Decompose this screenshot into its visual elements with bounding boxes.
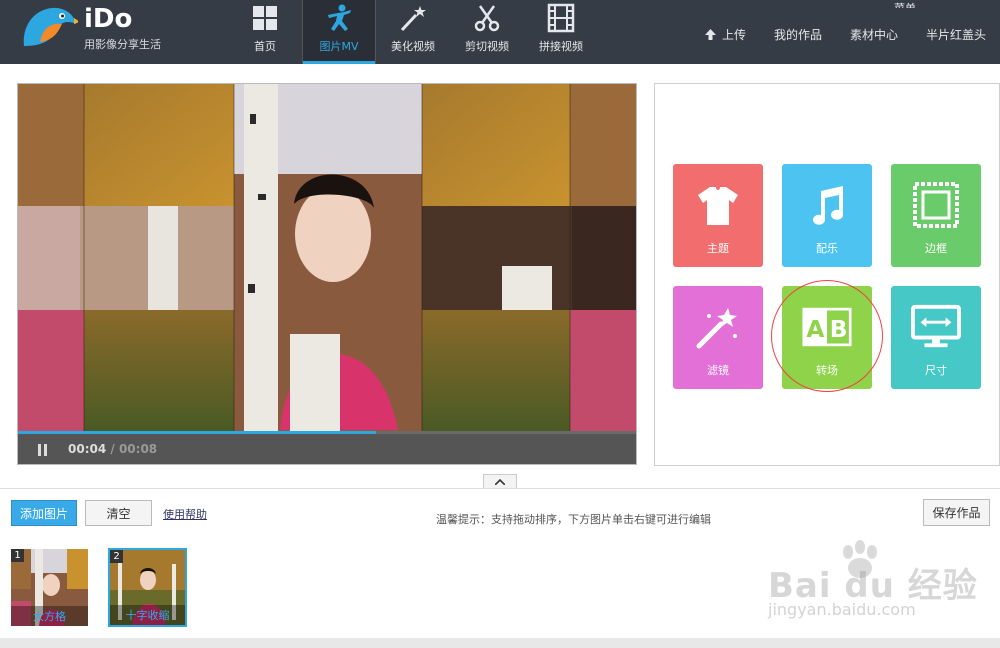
magic-wand-icon (693, 302, 743, 352)
logo-title: iDo (84, 4, 133, 34)
photo-thumbnail[interactable]: 1 大方格 (11, 549, 88, 626)
app-logo[interactable]: iDo 用影像分享生活 (18, 2, 188, 58)
tile-filter-label: 滤镜 (707, 364, 729, 377)
tile-transition-label: 转场 (816, 364, 838, 377)
thumbnail-caption: 大方格 (11, 606, 88, 626)
nav-join-video-label: 拼接视频 (539, 40, 583, 53)
photo-thumbnail-selected[interactable]: 2 十字收缩 (108, 548, 187, 627)
tile-border[interactable]: 边框 (891, 164, 981, 267)
add-photos-button[interactable]: 添加图片 (11, 500, 77, 526)
scissors-icon (472, 3, 502, 33)
grid-icon (250, 3, 280, 33)
tshirt-icon (693, 180, 743, 230)
pause-icon (38, 444, 41, 456)
tip-text: 温馨提示：支持拖动排序，下方图片单击右键可进行编辑 (436, 513, 711, 526)
save-works-button[interactable]: 保存作品 (923, 499, 990, 526)
thumbnail-number: 2 (110, 550, 123, 563)
tile-transition[interactable]: AB 转场 (782, 286, 872, 389)
my-works-link[interactable]: 我的作品 (774, 26, 822, 43)
tile-size-label: 尺寸 (925, 364, 947, 377)
music-note-icon (802, 180, 852, 230)
nav-join-video[interactable]: 拼接视频 (524, 0, 598, 64)
upload-link[interactable]: 上传 (704, 26, 746, 43)
help-link[interactable]: 使用帮助 (163, 506, 207, 522)
logo-subtitle: 用影像分享生活 (84, 38, 161, 51)
nav-home-label: 首页 (254, 40, 276, 53)
video-frame-preview (18, 84, 636, 431)
player-controls: 00:04 / 00:08 (18, 431, 636, 464)
dancer-icon (324, 3, 354, 33)
materials-link[interactable]: 素材中心 (850, 26, 898, 43)
nav-home[interactable]: 首页 (228, 0, 302, 64)
magic-wand-icon (398, 3, 428, 33)
nav-cut-video[interactable]: 剪切视频 (450, 0, 524, 64)
bottom-strip (0, 638, 1000, 648)
tile-music[interactable]: 配乐 (782, 164, 872, 267)
tile-size[interactable]: 尺寸 (891, 286, 981, 389)
tile-filter[interactable]: 滤镜 (673, 286, 763, 389)
tile-music-label: 配乐 (816, 242, 838, 255)
thumbnail-number: 1 (11, 549, 24, 562)
nav-photo-mv[interactable]: 图片MV (302, 0, 376, 64)
total-time: 00:08 (118, 442, 158, 456)
monitor-resize-icon (911, 302, 961, 352)
nav-photo-mv-label: 图片MV (319, 40, 359, 53)
time-separator: / (106, 442, 119, 456)
photo-strip-panel: 添加图片 清空 使用帮助 温馨提示：支持拖动排序，下方图片单击右键可进行编辑 保… (0, 488, 1000, 648)
tile-border-label: 边框 (925, 242, 947, 255)
frame-icon (911, 180, 961, 230)
tile-theme-label: 主题 (707, 242, 729, 255)
progress-bar[interactable] (18, 431, 636, 434)
chevron-up-icon (495, 479, 505, 485)
svg-text:A: A (806, 316, 824, 343)
video-player[interactable]: 00:04 / 00:08 (17, 83, 637, 465)
time-display: 00:04 / 00:08 (68, 442, 157, 456)
collapse-toggle[interactable] (483, 474, 517, 489)
ab-transition-icon: AB (802, 302, 852, 352)
user-name-link[interactable]: 半片红盖头 (926, 26, 986, 43)
nav-beautify-video-label: 美化视频 (391, 40, 435, 53)
tile-theme[interactable]: 主题 (673, 164, 763, 267)
bird-logo-icon (23, 7, 78, 47)
svg-text:B: B (830, 316, 848, 343)
pause-button[interactable] (38, 444, 50, 456)
film-strip-icon (546, 3, 576, 33)
nav-cut-video-label: 剪切视频 (465, 40, 509, 53)
thumbnail-caption: 十字收缩 (110, 605, 185, 625)
top-right-links: 菜单 上传 我的作品 素材中心 半片红盖头 (704, 2, 986, 43)
nav-beautify-video[interactable]: 美化视频 (376, 0, 450, 64)
main-nav: 首页 图片MV 美化视频 剪切视频 拼接视频 (228, 0, 598, 64)
menu-partial-text[interactable]: 菜单 (894, 0, 916, 8)
top-nav-bar: iDo 用影像分享生活 首页 图片MV 美化视频 剪切视频 拼接视频 上传 我的… (0, 0, 1000, 64)
progress-fill (18, 431, 377, 434)
upload-arrow-icon (704, 29, 716, 40)
current-time: 00:04 (68, 442, 107, 456)
tool-panel (654, 83, 1000, 466)
clear-button[interactable]: 清空 (85, 500, 152, 526)
upload-label: 上传 (721, 28, 746, 42)
